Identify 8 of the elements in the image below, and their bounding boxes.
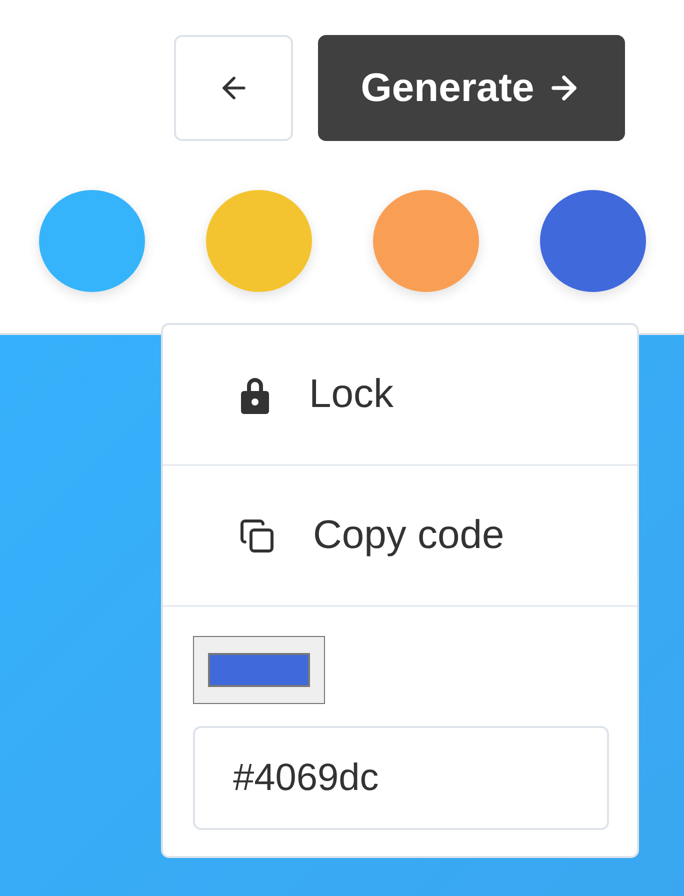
menu-item[interactable]: Lock (163, 325, 637, 466)
color-picker[interactable] (193, 636, 325, 704)
lock-icon (239, 376, 271, 414)
back-button[interactable] (174, 35, 293, 141)
hex-field[interactable]: #4069dc (193, 726, 609, 830)
generate-button[interactable]: Generate (318, 35, 625, 141)
copy-icon (239, 518, 275, 554)
menu-item[interactable]: Copy code (163, 466, 637, 607)
